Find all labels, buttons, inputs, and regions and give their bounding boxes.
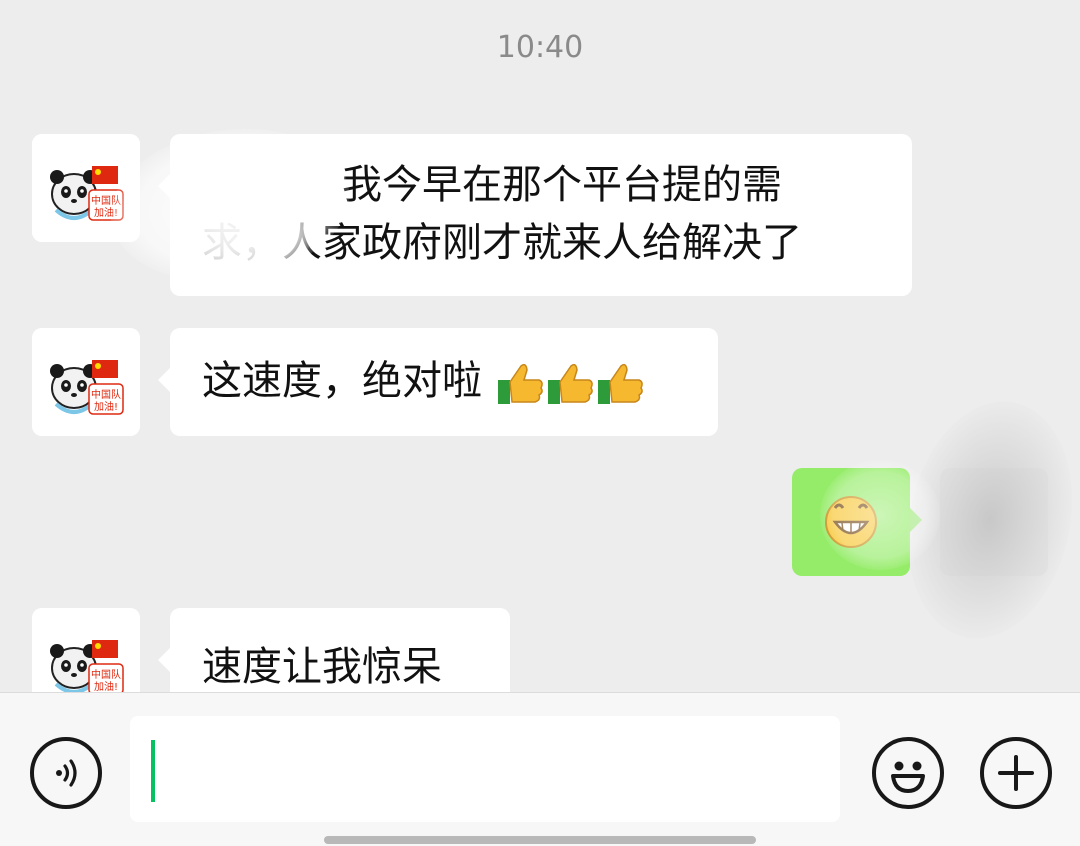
home-indicator[interactable] (324, 836, 756, 844)
privacy-blur (170, 200, 310, 280)
voice-button[interactable] (30, 737, 102, 809)
plus-icon (998, 755, 1034, 791)
message-text: 这速度，绝对啦 (202, 358, 482, 404)
emoji-button[interactable] (872, 737, 944, 809)
thumbs-up-icon (547, 363, 593, 404)
emoji-icon (891, 761, 925, 793)
thumbs-up-icon (497, 363, 543, 404)
text-cursor (151, 740, 155, 802)
voice-icon (56, 759, 77, 787)
chat-timestamp: 10:40 (496, 30, 584, 65)
message-text: 速度让我惊呆 (202, 644, 442, 690)
message-input[interactable] (130, 716, 840, 822)
more-button[interactable] (980, 737, 1052, 809)
contact-avatar[interactable]: 中国队 加油! (32, 328, 140, 436)
privacy-blur (820, 460, 940, 570)
avatar-badge-text: 中国队 (91, 388, 121, 401)
thumbs-up-icon (597, 363, 643, 404)
avatar-badge-text-2: 加油! (94, 400, 118, 413)
avatar-badge-text: 中国队 (91, 668, 121, 681)
message-bubble[interactable]: 这速度，绝对啦 (158, 328, 718, 436)
